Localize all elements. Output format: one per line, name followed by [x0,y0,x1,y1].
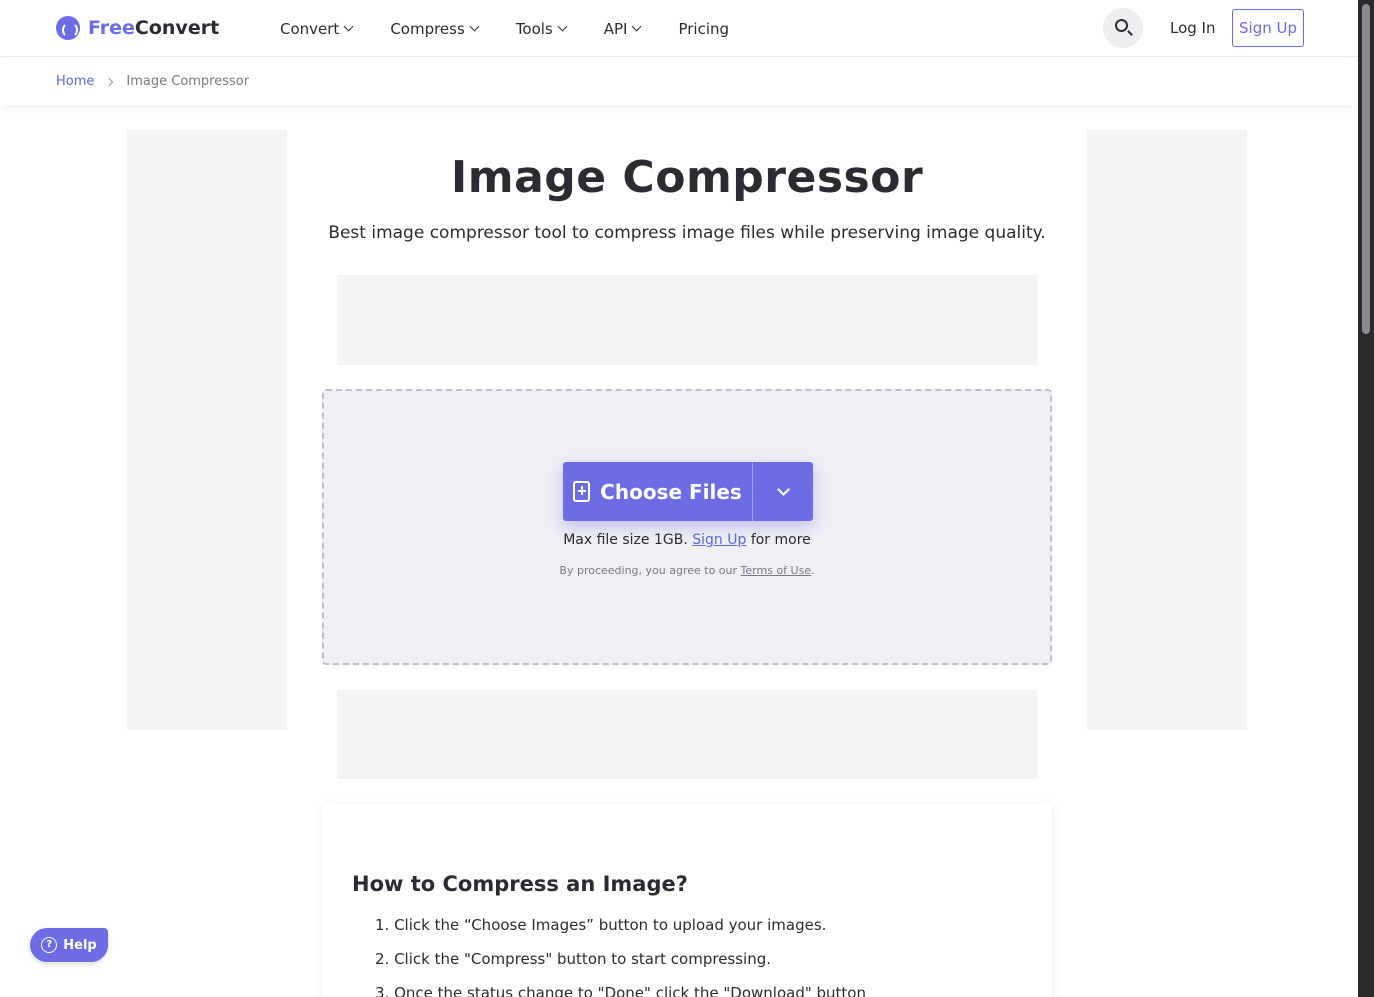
page-subtitle: Best image compressor tool to compress i… [328,223,1046,243]
howto-step: 3. Once the status change to "Done" clic… [375,984,866,997]
help-button[interactable]: ? Help [30,928,108,962]
breadcrumb-current: Image Compressor [126,74,250,89]
login-link[interactable]: Log In [1170,19,1216,37]
ad-placeholder-right [1087,130,1247,730]
freeconvert-logo[interactable]: FreeConvert [56,15,219,41]
nav-api-label: API [603,19,628,38]
ad-placeholder-left [127,130,287,730]
chevron-down-icon [557,21,568,32]
max-file-size-text: Max file size 1GB. Sign Up for more [324,532,1050,548]
help-label: Help [63,937,97,953]
file-add-icon [573,481,591,502]
signup-button[interactable]: Sign Up [1232,9,1304,47]
choose-files-label: Choose Files [600,479,742,504]
page-title: Image Compressor [450,152,924,203]
nav-convert-label: Convert [280,19,340,38]
choose-files-button-group: Choose Files [563,462,813,521]
nav-tools[interactable]: Tools [515,19,568,38]
top-header: FreeConvert Convert Compress Tools API P… [0,0,1358,57]
chevron-down-icon [776,483,790,496]
nav-tools-label: Tools [515,19,553,38]
choose-source-dropdown-button[interactable] [753,462,813,521]
chevron-down-icon [632,21,642,32]
file-dropzone[interactable]: Choose Files Max file size 1GB. Sign Up … [322,389,1052,665]
search-icon-handle [1127,30,1133,36]
nav-compress-label: Compress [390,19,465,38]
chevron-down-icon [469,21,480,32]
ad-placeholder-bottom [337,690,1037,779]
terms-text: By proceeding, you agree to our Terms of… [324,564,1050,577]
max-size-prefix: Max file size 1GB. [563,532,688,548]
chevron-right-icon [105,77,114,86]
logo-icon [56,16,80,40]
search-icon [1115,19,1128,32]
choose-files-button[interactable]: Choose Files [563,462,753,521]
howto-card: How to Compress an Image? 1. Click the “… [322,804,1052,997]
nav-convert[interactable]: Convert [280,19,354,38]
logo-text: FreeConvert [88,17,219,39]
nav-pricing[interactable]: Pricing [678,20,729,38]
howto-steps: 1. Click the “Choose Images” button to u… [375,916,866,997]
terms-suffix: . [811,564,815,577]
nav-compress[interactable]: Compress [390,19,480,38]
scrollbar-thumb[interactable] [1362,4,1370,334]
terms-prefix: By proceeding, you agree to our [559,564,738,577]
logo-text-free: Free [88,17,135,39]
breadcrumb-home[interactable]: Home [56,74,94,89]
nav-api[interactable]: API [603,19,642,38]
logo-text-convert: Convert [134,17,220,39]
nav-pricing-label: Pricing [678,19,730,38]
terms-of-use-link[interactable]: Terms of Use [741,564,812,577]
signup-link[interactable]: Sign Up [692,532,746,548]
main-nav: Convert Compress Tools API Pricing [280,0,767,57]
breadcrumb: Home Image Compressor [56,74,249,89]
howto-title: How to Compress an Image? [352,872,688,896]
search-button[interactable] [1103,8,1143,48]
max-size-suffix: for more [750,532,811,548]
howto-step: 1. Click the “Choose Images” button to u… [375,916,827,934]
ad-placeholder-top [337,275,1037,365]
chevron-down-icon [343,21,354,32]
howto-step: 2. Click the "Compress" button to start … [375,950,772,968]
breadcrumb-bar: Home Image Compressor [0,58,1358,105]
question-icon: ? [41,937,58,953]
page-scrollbar[interactable] [1358,0,1374,997]
